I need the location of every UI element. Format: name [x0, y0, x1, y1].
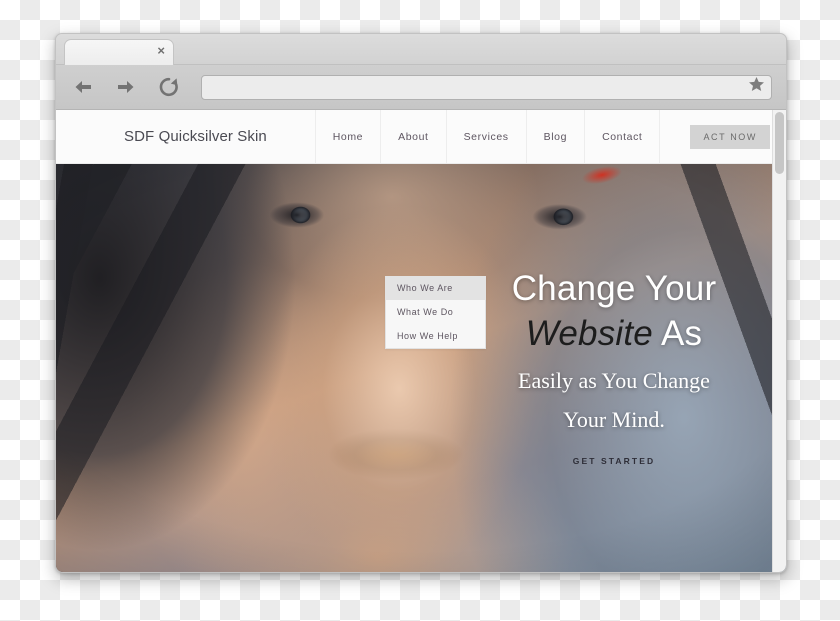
tab-strip: ×	[56, 34, 786, 65]
get-started-button[interactable]: GET STARTED	[464, 456, 764, 466]
address-input[interactable]	[208, 75, 748, 99]
nav-item-home[interactable]: Home	[314, 110, 380, 163]
reload-icon	[158, 76, 180, 98]
hero-heading-line1: Change Your	[511, 269, 717, 308]
star-icon[interactable]	[748, 76, 765, 98]
close-icon[interactable]: ×	[157, 44, 165, 57]
page-scrollbar-thumb[interactable]	[775, 112, 784, 174]
hero-heading-emphasis: Website	[525, 314, 653, 353]
reload-button[interactable]	[154, 72, 184, 102]
browser-window: × SDF Quicksilver Skin Home About Servic…	[55, 33, 787, 573]
nav-item-about[interactable]: About	[380, 110, 445, 163]
site-nav: Home About Services Blog Contact	[314, 110, 660, 163]
page-viewport: SDF Quicksilver Skin Home About Services…	[56, 110, 786, 572]
hero-subheading-line1: Easily as You Change	[518, 368, 710, 393]
forward-arrow-icon	[115, 77, 137, 97]
dropdown-item-how-we-help[interactable]: How We Help	[386, 324, 485, 348]
site-header: SDF Quicksilver Skin Home About Services…	[56, 110, 786, 164]
forward-button[interactable]	[111, 72, 141, 102]
site-logo[interactable]: SDF Quicksilver Skin	[56, 110, 297, 163]
back-arrow-icon	[72, 77, 94, 97]
hero-section: Change Your Website As Easily as You Cha…	[56, 164, 786, 572]
browser-toolbar	[56, 65, 786, 110]
nav-item-contact[interactable]: Contact	[584, 110, 659, 163]
about-dropdown-menu: Who We Are What We Do How We Help	[385, 276, 486, 349]
dropdown-item-what-we-do[interactable]: What We Do	[386, 300, 485, 324]
page-scrollbar[interactable]	[772, 110, 786, 572]
hero-heading-line2: Website As	[464, 310, 764, 358]
hero-heading-rest: As	[660, 314, 703, 353]
dropdown-item-who-we-are[interactable]: Who We Are	[386, 276, 485, 300]
back-button[interactable]	[68, 72, 98, 102]
hero-subheading-line2: Your Mind.	[563, 407, 665, 432]
nav-item-blog[interactable]: Blog	[525, 110, 584, 163]
cta-container: ACT NOW	[659, 110, 786, 163]
act-now-button[interactable]: ACT NOW	[690, 124, 770, 149]
hero-copy: Change Your Website As Easily as You Cha…	[464, 268, 764, 466]
nav-item-services[interactable]: Services	[445, 110, 526, 163]
address-bar[interactable]	[201, 74, 772, 100]
browser-tab[interactable]: ×	[64, 39, 174, 65]
